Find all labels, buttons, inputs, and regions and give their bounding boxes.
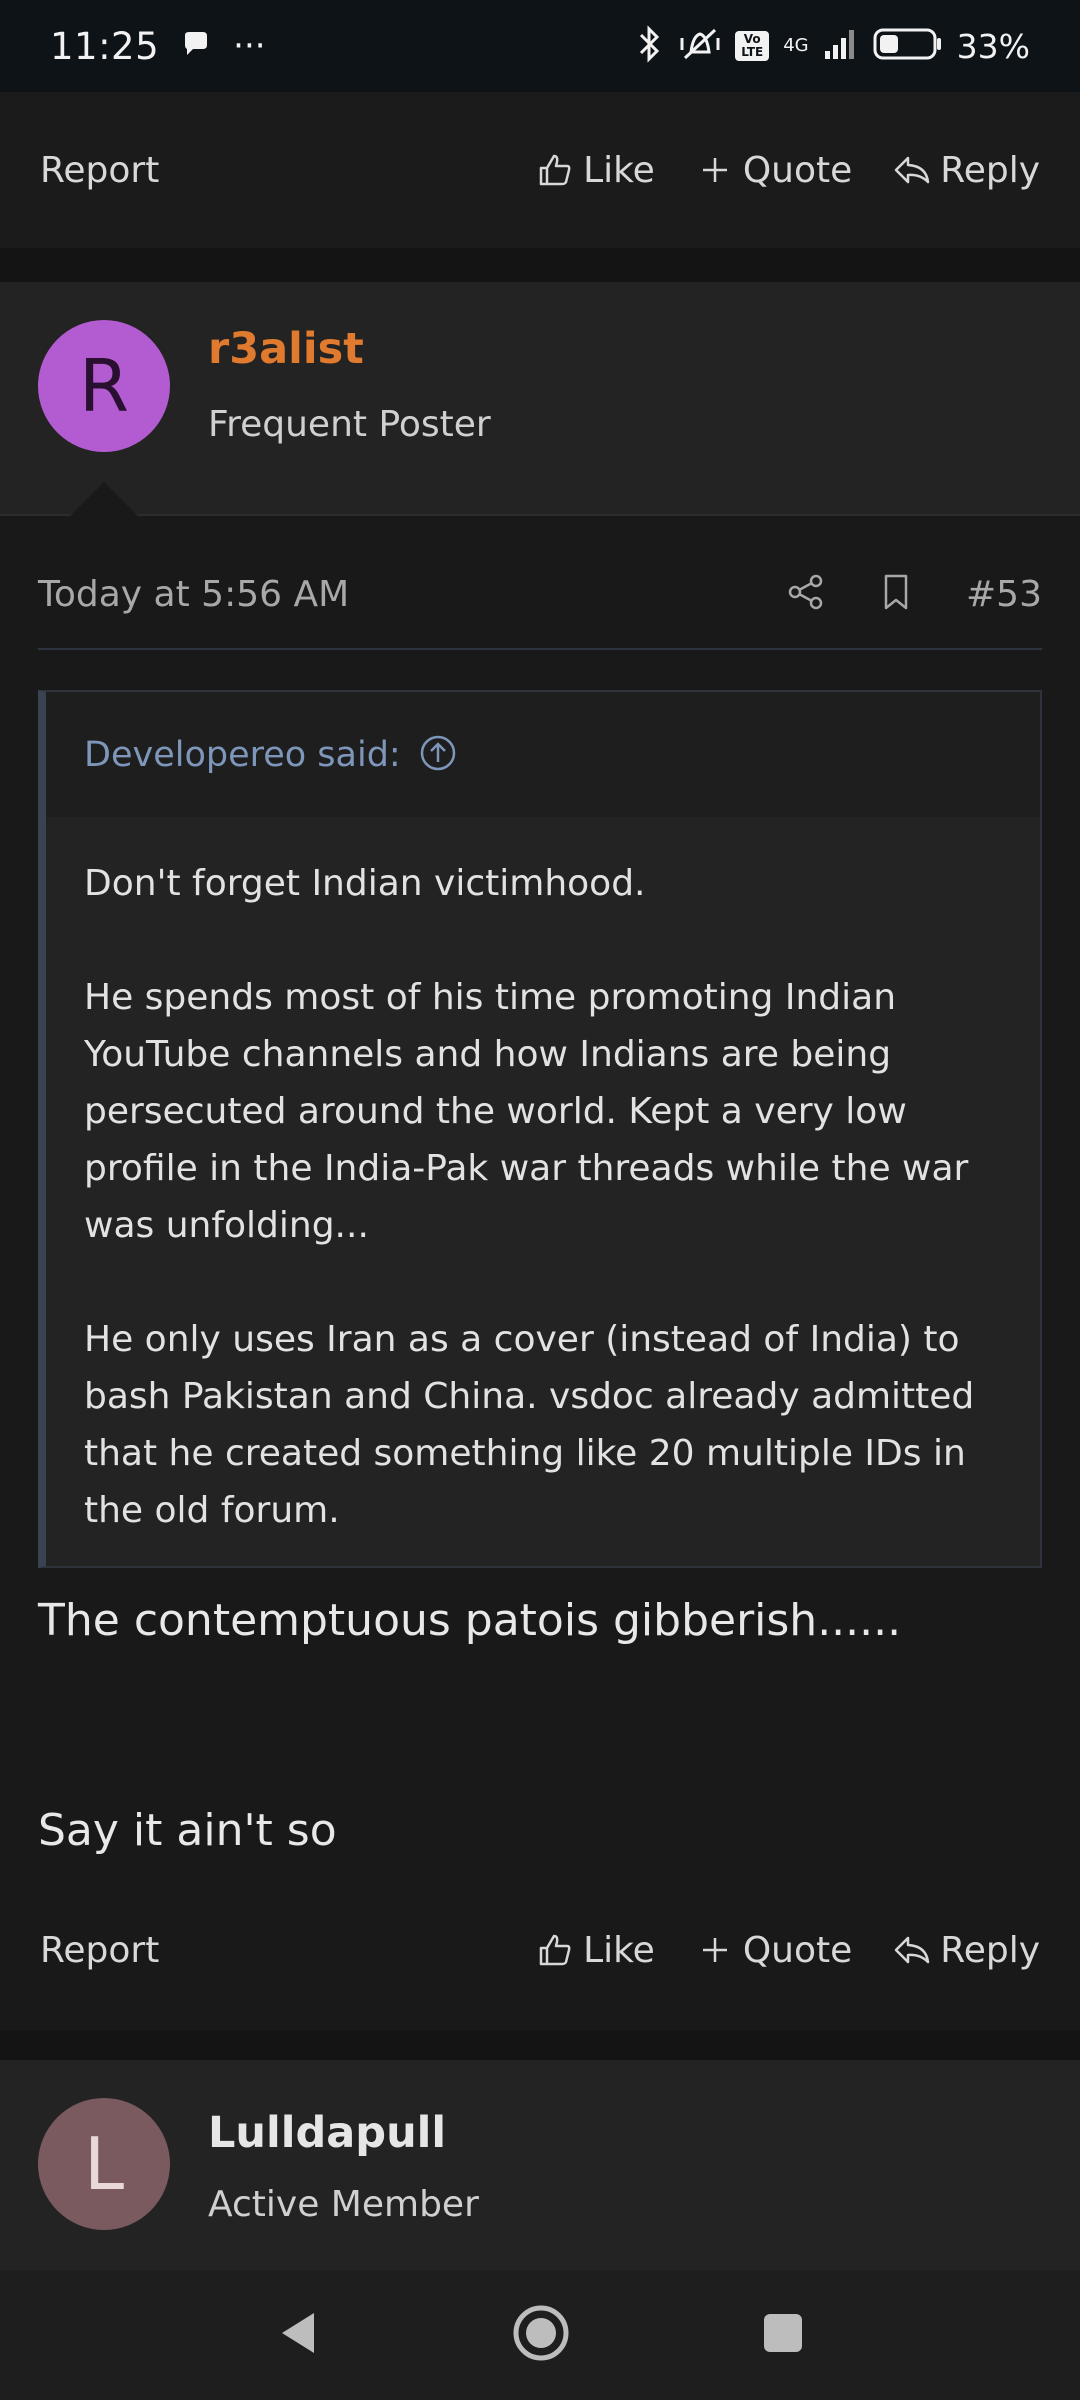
reply-arrow-icon (895, 1936, 930, 1964)
reply-button[interactable]: Reply (892, 150, 1040, 191)
plus-icon (702, 1938, 727, 1962)
report-link[interactable]: Report (40, 1930, 159, 1971)
header-pointer (70, 482, 138, 516)
like-label: Like (583, 149, 655, 191)
quote-paragraph: He spends most of his time promoting Ind… (84, 977, 969, 1246)
plus-icon (702, 158, 727, 182)
avatar[interactable]: L (38, 2098, 170, 2230)
post-separator (0, 2030, 1080, 2060)
reply-label: Reply (940, 1929, 1040, 1971)
reply-label: Reply (940, 149, 1040, 191)
system-navigation-bar (0, 2270, 1080, 2400)
battery-percent: 33% (956, 26, 1030, 66)
post-action-bar: Report Like Quote Reply (0, 1870, 1080, 2030)
quote-paragraph: Don't forget Indian victimhood. (84, 863, 646, 904)
like-label: Like (583, 1929, 655, 1971)
quote-paragraph: He only uses Iran as a cover (instead of… (84, 1319, 975, 1531)
post-body-line: The contemptuous patois gibberish...... (38, 1595, 902, 1646)
vibrate-mute-icon (679, 24, 721, 68)
status-time: 11:25 (50, 24, 160, 68)
like-button[interactable]: Like (535, 1930, 655, 1971)
user-title: Active Member (208, 2184, 479, 2225)
quote-block: Developereo said: Don't forget Indian vi… (38, 690, 1042, 1568)
like-button[interactable]: Like (535, 150, 655, 191)
network-type-label: 4G (783, 35, 809, 56)
avatar-letter: L (83, 2122, 125, 2206)
quote-label: Quote (742, 1929, 853, 1971)
next-post-user-header: L Lulldapull Active Member (0, 2060, 1080, 2270)
signal-icon (823, 27, 859, 65)
back-icon[interactable] (276, 2309, 320, 2361)
post-meta: Today at 5:56 AM #53 (38, 540, 1042, 650)
quote-header: Developereo said: (46, 692, 1040, 817)
avatar-letter: R (78, 344, 130, 428)
thumbs-up-icon (539, 1934, 571, 1966)
user-title: Frequent Poster (208, 404, 491, 445)
quote-button[interactable]: Quote (695, 1930, 852, 1971)
quote-label: Quote (742, 149, 853, 191)
username-link[interactable]: r3alist (208, 324, 364, 374)
post-body-line: Say it ain't so (38, 1805, 337, 1856)
status-bar: 11:25 ··· Vo LTE 4G 33% (0, 0, 1080, 92)
quote-content: Don't forget Indian victimhood. He spend… (46, 817, 1040, 1539)
bookmark-icon[interactable] (876, 572, 916, 616)
username-link[interactable]: Lulldapull (208, 2108, 446, 2158)
share-icon[interactable] (786, 572, 826, 616)
home-icon[interactable] (512, 2304, 570, 2366)
battery-icon (873, 27, 943, 65)
recents-icon[interactable] (762, 2312, 804, 2358)
more-notifications-icon: ··· (233, 26, 266, 66)
quote-author-link[interactable]: Developereo said: (84, 735, 401, 775)
reply-arrow-icon (895, 156, 930, 184)
volte-icon: Vo LTE (735, 31, 770, 61)
jump-to-quote-icon[interactable] (419, 734, 457, 776)
report-link[interactable]: Report (40, 150, 159, 191)
network-type-icon: 4G (783, 37, 808, 55)
post-separator (0, 248, 1080, 282)
bluetooth-icon (635, 24, 665, 68)
thumbs-up-icon (539, 154, 571, 186)
post-date-link[interactable]: Today at 5:56 AM (38, 574, 349, 615)
post-number-link[interactable]: #53 (966, 574, 1042, 615)
avatar[interactable]: R (38, 320, 170, 452)
quote-button[interactable]: Quote (695, 150, 852, 191)
previous-post-action-bar: Report Like Quote Reply (0, 92, 1080, 248)
post-user-header: R r3alist Frequent Poster (0, 282, 1080, 516)
reply-button[interactable]: Reply (892, 1930, 1040, 1971)
chat-notification-icon (181, 29, 211, 63)
